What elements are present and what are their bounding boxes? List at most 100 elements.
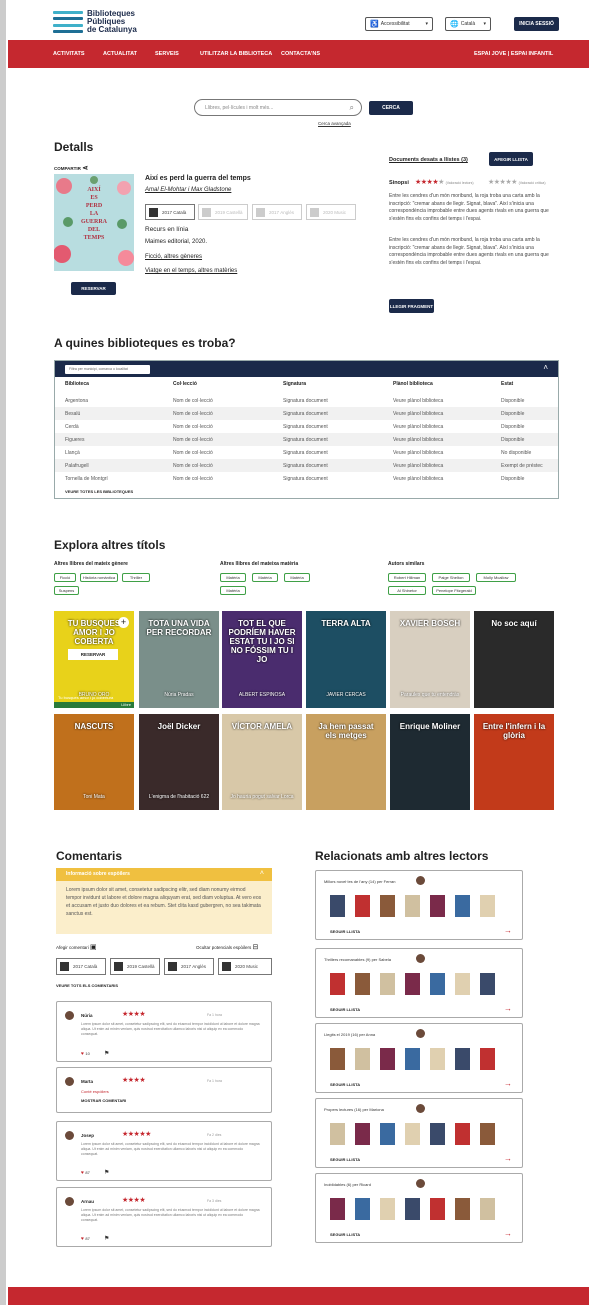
arrow-right-icon[interactable]: → bbox=[504, 1079, 512, 1088]
cover-reserve-button[interactable]: RESERVAR bbox=[68, 649, 118, 660]
book-thumbnail[interactable] bbox=[330, 895, 345, 917]
table-cell[interactable]: Veure plànol biblioteca bbox=[393, 476, 443, 482]
explore-chip[interactable]: Matèria bbox=[220, 586, 246, 595]
table-cell[interactable]: Veure plànol biblioteca bbox=[393, 463, 443, 469]
book-thumbnail[interactable] bbox=[355, 1198, 370, 1220]
book-thumbnail[interactable] bbox=[380, 1123, 395, 1145]
table-cell[interactable]: Veure plànol biblioteca bbox=[393, 437, 443, 443]
show-comment-link[interactable]: MOSTRAR COMENTARI bbox=[81, 1098, 126, 1103]
format-ebook-castella[interactable]: 2019 Castellà bbox=[198, 204, 248, 220]
book-thumbnail[interactable] bbox=[355, 1123, 370, 1145]
book-thumbnail[interactable] bbox=[405, 973, 420, 995]
explore-chip[interactable]: Ficció bbox=[54, 573, 76, 582]
book-thumbnail[interactable] bbox=[380, 895, 395, 917]
related-list-card[interactable]: Propers lectures (16) per Mariona SEGUIR … bbox=[315, 1098, 523, 1168]
related-list-card[interactable]: Llegits el 2019 (16) per Anna SEGUIR LLIS… bbox=[315, 1023, 523, 1093]
book-thumbnail[interactable] bbox=[355, 1048, 370, 1070]
explore-chip[interactable]: Penelope Fitzgerald bbox=[432, 586, 476, 595]
logo[interactable]: Biblioteques Públiques de Catalunya bbox=[53, 10, 137, 34]
filter-book-angles[interactable]: 2017 Anglès bbox=[164, 958, 214, 975]
nav-actualitat[interactable]: ACTUALITAT bbox=[103, 51, 137, 57]
book-thumbnail[interactable] bbox=[405, 1123, 420, 1145]
accessibility-dropdown[interactable]: ♿ Accessibilitat ▾ bbox=[365, 17, 433, 31]
book-thumbnail[interactable] bbox=[330, 1123, 345, 1145]
see-all-comments-link[interactable]: VEURE TOTS ELS COMENTARIS bbox=[56, 983, 118, 988]
related-list-card[interactable]: Inoblidables (6) per Ricard SEGUIR LLISTA… bbox=[315, 1173, 523, 1243]
explore-chip[interactable]: Paige Shelton bbox=[432, 573, 470, 582]
book-thumbnail[interactable] bbox=[455, 895, 470, 917]
book-thumbnail[interactable] bbox=[430, 1048, 445, 1070]
like-button[interactable]: ♥ 87 bbox=[81, 1170, 90, 1176]
read-fragment-button[interactable]: LLEGIR FRAGMENT bbox=[389, 299, 434, 313]
book-thumbnail[interactable] bbox=[455, 1048, 470, 1070]
book-cover[interactable]: TU BUSQUES AMOR I JO COBERTA BRUNO ORO + RE… bbox=[54, 611, 134, 708]
like-button[interactable]: ♥ 10 bbox=[81, 1051, 90, 1057]
book-thumbnail[interactable] bbox=[455, 973, 470, 995]
explore-chip[interactable]: Matèria bbox=[284, 573, 310, 582]
flag-icon[interactable]: ⚑ bbox=[104, 1050, 109, 1057]
search-input[interactable]: Llibres, pel·lícules i molt més... ⌕ bbox=[194, 99, 362, 116]
book-thumbnail[interactable] bbox=[480, 1123, 495, 1145]
book-cover[interactable]: TOTA UNA VIDA PER RECORDAR Núria Pradas bbox=[139, 611, 219, 708]
follow-list-button[interactable]: SEGUIR LLISTA bbox=[330, 1232, 360, 1237]
nav-utilitzar[interactable]: UTILITZAR LA BIBLIOTECA bbox=[200, 51, 272, 57]
nav-serveis[interactable]: SERVEIS bbox=[155, 51, 179, 57]
book-thumbnail[interactable] bbox=[430, 973, 445, 995]
book-thumbnail[interactable] bbox=[330, 973, 345, 995]
follow-list-button[interactable]: SEGUIR LLISTA bbox=[330, 1007, 360, 1012]
explore-chip[interactable]: Al Shinetor bbox=[388, 586, 426, 595]
chevron-up-icon[interactable]: ˄ bbox=[260, 870, 264, 877]
book-thumbnail[interactable] bbox=[330, 1198, 345, 1220]
hide-spoilers-toggle[interactable]: Ocultar potencials espòilers ⊟ bbox=[196, 943, 258, 951]
book-thumbnail[interactable] bbox=[355, 895, 370, 917]
book-thumbnail[interactable] bbox=[480, 1048, 495, 1070]
book-thumbnail[interactable] bbox=[480, 895, 495, 917]
language-dropdown[interactable]: 🌐 Català ▾ bbox=[445, 17, 491, 31]
book-thumbnail[interactable] bbox=[430, 895, 445, 917]
explore-chip[interactable]: Molly Mcallow bbox=[476, 573, 516, 582]
book-thumbnail[interactable] bbox=[430, 1198, 445, 1220]
book-cover[interactable]: TOT EL QUE PODRÍEM HAVER ESTAT TU I JO S… bbox=[222, 611, 302, 708]
arrow-right-icon[interactable]: → bbox=[504, 926, 512, 935]
book-thumbnail[interactable] bbox=[380, 1048, 395, 1070]
book-thumbnail[interactable] bbox=[405, 895, 420, 917]
book-cover[interactable]: TERRA ALTA JAVIER CERCAS bbox=[306, 611, 386, 708]
follow-list-button[interactable]: SEGUIR LLISTA bbox=[330, 1157, 360, 1162]
reserve-button[interactable]: RESERVAR bbox=[71, 282, 116, 295]
book-thumbnail[interactable] bbox=[480, 973, 495, 995]
book-cover[interactable]: Joël Dicker L'enigma de l'habitació 622 bbox=[139, 714, 219, 810]
explore-chip[interactable]: Thriller bbox=[122, 573, 150, 582]
related-list-card[interactable]: Millors novel·les de l'any (14) per Ferr… bbox=[315, 870, 523, 940]
filter-ebook-castella[interactable]: 2019 Castellà bbox=[110, 958, 160, 975]
explore-chip[interactable]: Matèria bbox=[252, 573, 278, 582]
table-cell[interactable]: Veure plànol biblioteca bbox=[393, 424, 443, 430]
login-button[interactable]: INICIA SESSIÓ bbox=[514, 17, 559, 31]
flag-icon[interactable]: ⚑ bbox=[104, 1169, 109, 1176]
add-comment-button[interactable]: Afegir comentari ▣ bbox=[56, 943, 97, 951]
book-thumbnail[interactable] bbox=[430, 1123, 445, 1145]
related-list-card[interactable]: Thrillers recomanables (9) per Sabela SEG… bbox=[315, 948, 523, 1018]
share-button[interactable]: COMPARTIR ⋖ bbox=[54, 164, 88, 172]
book-thumbnail[interactable] bbox=[405, 1048, 420, 1070]
book-thumbnail[interactable] bbox=[455, 1198, 470, 1220]
book-thumbnail[interactable] bbox=[330, 1048, 345, 1070]
arrow-right-icon[interactable]: → bbox=[504, 1154, 512, 1163]
genre-link[interactable]: Ficció, altres gèneres bbox=[145, 254, 202, 260]
book-thumbnail[interactable] bbox=[355, 973, 370, 995]
saved-docs-link[interactable]: Documents desats a llistes (3) bbox=[389, 157, 468, 163]
book-cover[interactable]: No soc aquí bbox=[474, 611, 554, 708]
table-cell[interactable]: Veure plànol biblioteca bbox=[393, 411, 443, 417]
add-icon[interactable]: + bbox=[118, 617, 129, 628]
table-cell[interactable]: Veure plànol biblioteca bbox=[393, 398, 443, 404]
book-thumbnail[interactable] bbox=[455, 1123, 470, 1145]
chevron-up-icon[interactable]: ˄ bbox=[543, 363, 548, 372]
format-book-angles[interactable]: 2017 Anglès bbox=[252, 204, 302, 220]
book-cover[interactable]: XAVIER BOSCH Paraules que tu entendràs bbox=[390, 611, 470, 708]
format-book-catala[interactable]: 2017 Català bbox=[145, 204, 195, 220]
nav-activitats[interactable]: ACTIVITATS bbox=[53, 51, 85, 57]
filter-book-catala[interactable]: 2017 Català bbox=[56, 958, 106, 975]
explore-chip[interactable]: Suspens bbox=[54, 586, 79, 595]
book-cover[interactable]: VÍCTOR AMELA Jo hauria pogut salvar Lorca bbox=[222, 714, 302, 810]
flag-icon[interactable]: ⚑ bbox=[104, 1235, 109, 1242]
explore-chip[interactable]: Matèria bbox=[220, 573, 246, 582]
